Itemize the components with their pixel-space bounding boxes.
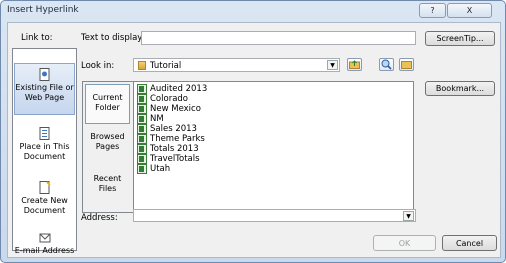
excel-file-icon [137,84,147,94]
folder-icon [138,61,146,70]
file-name: NM [150,114,164,124]
file-name: Colorado [150,94,188,104]
file-list: Audited 2013 Colorado New Mexico NM Sale… [133,82,413,212]
recent-files-label-1: Recent [93,174,122,183]
excel-file-icon [137,134,147,144]
cancel-button[interactable]: Cancel [442,235,497,251]
text-to-display-label: Text to display: [81,33,145,43]
excel-file-icon [137,164,147,174]
up-folder-icon[interactable] [347,58,362,71]
list-item[interactable]: Colorado [137,94,188,104]
browse-web-icon[interactable] [379,58,394,71]
list-item[interactable]: Utah [137,164,170,174]
excel-file-icon [137,104,147,114]
browsed-pages-label-1: Browsed [90,132,125,141]
chevron-down-icon[interactable]: ▼ [327,60,338,70]
dialog-body: Link to: Existing File or Web Page Place… [7,22,501,258]
excel-file-icon [137,114,147,124]
list-item[interactable]: Theme Parks [137,134,205,144]
list-item[interactable]: Sales 2013 [137,124,197,134]
excel-file-icon [137,124,147,134]
insert-hyperlink-dialog: Insert Hyperlink ? X Link to: Existing F… [0,0,506,263]
current-folder-label-1: Current [92,93,123,102]
list-item[interactable]: New Mexico [137,104,201,114]
link-email-label: E-mail Address [14,246,75,255]
look-in-value: Tutorial [150,61,182,71]
web-page-icon [39,68,51,81]
link-existing-file-label-2: Web Page [24,93,65,102]
link-create-new-document[interactable]: Create New Document [14,181,75,215]
file-name: New Mexico [150,104,201,114]
file-name: Sales 2013 [150,124,197,134]
close-icon: X [466,6,473,15]
email-icon [39,231,51,244]
list-item[interactable]: Audited 2013 [137,84,207,94]
excel-file-icon [137,154,147,164]
text-to-display-input[interactable] [141,31,416,45]
file-name: Audited 2013 [150,84,208,94]
bookmark-button[interactable]: Bookmark... [425,81,495,96]
current-folder-label-2: Folder [95,103,120,112]
browsed-pages-label-2: Pages [95,142,120,151]
excel-file-icon [137,144,147,154]
link-place-in-document[interactable]: Place in This Document [14,127,75,171]
list-item[interactable]: TravelTotals [137,154,200,164]
link-existing-file[interactable]: Existing File or Web Page [14,63,75,115]
link-create-label-2: Document [23,206,66,215]
help-icon: ? [430,6,435,15]
file-name: Totals 2013 [150,144,199,154]
browse-area: Current Folder Browsed Pages Recent File… [82,81,414,213]
look-in-combo[interactable]: Tutorial ▼ [133,58,340,72]
list-item[interactable]: NM [137,114,164,124]
help-button[interactable]: ? [419,3,446,18]
link-create-label-1: Create New [21,196,68,205]
current-folder-button[interactable]: Current Folder [85,84,130,124]
recent-files-button[interactable]: Recent Files [85,170,130,206]
title-bar: Insert Hyperlink ? X [1,1,505,21]
dialog-title: Insert Hyperlink [7,5,79,15]
browse-file-icon[interactable] [399,58,414,71]
link-to-bar: Existing File or Web Page Place in This … [12,48,77,255]
address-combo[interactable]: ▼ [133,209,416,222]
ok-button[interactable]: OK [373,235,436,251]
file-name: TravelTotals [150,154,200,164]
link-email-address[interactable]: E-mail Address [14,231,75,255]
document-place-icon [39,127,51,140]
recent-files-label-2: Files [98,184,117,193]
screentip-button[interactable]: ScreenTip... [425,31,495,46]
excel-file-icon [137,94,147,104]
chevron-down-icon[interactable]: ▼ [403,211,414,221]
new-document-icon [39,181,51,194]
link-existing-file-label-1: Existing File or [15,83,74,92]
file-name: Utah [150,164,171,174]
close-button[interactable]: X [447,3,492,18]
browsed-pages-button[interactable]: Browsed Pages [85,128,130,164]
link-place-label-1: Place in This [19,142,70,151]
address-label: Address: [81,213,118,223]
file-name: Theme Parks [150,134,205,144]
list-item[interactable]: Totals 2013 [137,144,199,154]
link-place-label-2: Document [23,152,66,161]
look-in-label: Look in: [81,61,115,71]
link-to-label: Link to: [21,33,53,43]
nav-column: Current Folder Browsed Pages Recent File… [83,82,132,212]
